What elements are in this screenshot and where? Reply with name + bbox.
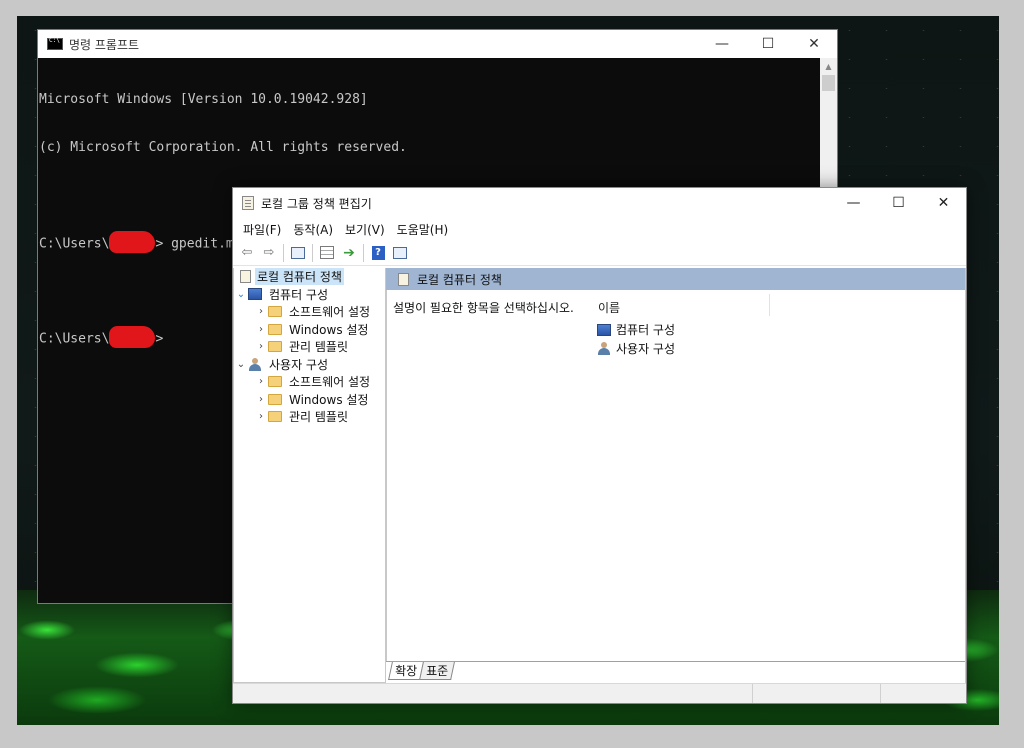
cmd-title-bar[interactable]: 명령 프롬프트 — ☐ ✕	[38, 30, 837, 58]
redacted-username	[109, 231, 156, 253]
console-icon	[47, 37, 63, 50]
policy-document-icon	[398, 272, 409, 286]
user-icon	[248, 357, 262, 371]
folder-icon	[268, 393, 282, 405]
help-icon: ?	[371, 245, 385, 260]
chevron-down-icon[interactable]: ⌄	[234, 359, 248, 370]
properties-icon	[320, 246, 334, 259]
menu-file[interactable]: 파일(F)	[237, 221, 287, 238]
chevron-right-icon[interactable]: ›	[254, 324, 268, 335]
show-action-pane-button[interactable]	[389, 243, 411, 263]
help-button[interactable]: ?	[367, 243, 389, 263]
properties-button[interactable]	[316, 243, 338, 263]
export-list-button[interactable]: ➔	[338, 243, 360, 263]
console-line: (c) Microsoft Corporation. All rights re…	[39, 140, 407, 155]
tab-standard[interactable]: 표준	[419, 662, 456, 680]
menu-help[interactable]: 도움말(H)	[391, 221, 455, 238]
computer-icon	[597, 323, 611, 336]
folder-icon	[268, 411, 282, 423]
prompt-path: C:\Users\	[39, 236, 110, 252]
redacted-username	[109, 326, 156, 348]
list-item-computer-config[interactable]: 컴퓨터 구성	[597, 320, 675, 339]
chevron-right-icon[interactable]: ›	[254, 306, 268, 317]
scrollbar-thumb[interactable]	[822, 75, 835, 91]
tree-node-local-computer-policy[interactable]: 로컬 컴퓨터 정책	[234, 268, 385, 286]
back-arrow-icon[interactable]: ⇦	[236, 243, 258, 263]
menu-view[interactable]: 보기(V)	[339, 221, 391, 238]
details-list: 컴퓨터 구성 사용자 구성	[597, 320, 675, 358]
folder-icon	[268, 323, 282, 335]
gpedit-minimize-button[interactable]: —	[831, 188, 876, 218]
folder-icon	[268, 306, 282, 318]
cmd-minimize-button[interactable]: —	[699, 30, 745, 58]
chevron-right-icon[interactable]: ›	[254, 341, 268, 352]
status-segment	[753, 684, 881, 703]
gpedit-maximize-button[interactable]: ☐	[876, 188, 921, 218]
gpedit-title-bar[interactable]: 로컬 그룹 정책 편집기 — ☐ ✕	[233, 188, 966, 218]
tree-node-windows-settings[interactable]: › Windows 설정	[234, 391, 385, 409]
export-arrow-icon: ➔	[343, 244, 355, 261]
tree-node-windows-settings[interactable]: › Windows 설정	[234, 321, 385, 339]
tree-node-user-config[interactable]: ⌄ 사용자 구성	[234, 356, 385, 374]
group-policy-editor-window[interactable]: 로컬 그룹 정책 편집기 — ☐ ✕ 파일(F) 동작(A) 보기(V) 도움말…	[232, 187, 967, 704]
tree-node-software-settings[interactable]: › 소프트웨어 설정	[234, 303, 385, 321]
chevron-right-icon[interactable]: ›	[254, 376, 268, 387]
policy-document-icon	[240, 270, 251, 284]
prompt-path: C:\Users\	[39, 331, 110, 347]
details-header: 로컬 컴퓨터 정책	[386, 268, 965, 290]
forward-arrow-icon[interactable]: ⇨	[258, 243, 280, 263]
gpedit-close-button[interactable]: ✕	[921, 188, 966, 218]
scroll-up-icon[interactable]: ▲	[820, 58, 837, 75]
chevron-right-icon[interactable]: ›	[254, 394, 268, 405]
description-text: 설명이 필요한 항목을 선택하십시오.	[393, 301, 574, 315]
menu-action[interactable]: 동작(A)	[287, 221, 339, 238]
show-hide-tree-button[interactable]	[287, 243, 309, 263]
cmd-window-title: 명령 프롬프트	[69, 37, 140, 52]
gpedit-window-title: 로컬 그룹 정책 편집기	[261, 196, 372, 211]
console-tree-icon	[291, 246, 305, 259]
folder-icon	[268, 341, 282, 353]
tree-node-admin-templates[interactable]: › 관리 템플릿	[234, 408, 385, 426]
policy-document-icon	[242, 196, 254, 210]
tree-node-software-settings[interactable]: › 소프트웨어 설정	[234, 373, 385, 391]
cmd-maximize-button[interactable]: ☐	[745, 30, 791, 58]
view-tabs: 확장 표준	[386, 661, 965, 683]
action-pane-icon	[393, 246, 407, 259]
list-item-user-config[interactable]: 사용자 구성	[597, 339, 675, 358]
chevron-right-icon[interactable]: ›	[254, 411, 268, 422]
menu-bar: 파일(F) 동작(A) 보기(V) 도움말(H)	[233, 218, 966, 240]
status-segment	[233, 684, 753, 703]
status-segment	[881, 684, 966, 703]
tree-node-computer-config[interactable]: ⌄ 컴퓨터 구성	[234, 286, 385, 304]
computer-icon	[248, 288, 262, 301]
toolbar: ⇦ ⇨ ➔ ?	[233, 240, 966, 266]
cmd-close-button[interactable]: ✕	[791, 30, 837, 58]
user-icon	[597, 342, 611, 355]
column-header-name[interactable]: 이름	[598, 299, 620, 316]
details-header-title: 로컬 컴퓨터 정책	[417, 272, 502, 287]
folder-icon	[268, 376, 282, 388]
console-line: Microsoft Windows [Version 10.0.19042.92…	[39, 92, 368, 107]
details-pane[interactable]: 로컬 컴퓨터 정책 설명이 필요한 항목을 선택하십시오. 이름 컴퓨터 구성 …	[386, 268, 966, 683]
column-divider[interactable]	[769, 294, 770, 316]
prompt-caret: >	[155, 331, 164, 347]
tree-node-admin-templates[interactable]: › 관리 템플릿	[234, 338, 385, 356]
status-bar	[233, 683, 966, 703]
console-tree[interactable]: 로컬 컴퓨터 정책 ⌄ 컴퓨터 구성 › 소프트웨어 설정 › Windows 설정 …	[233, 268, 386, 683]
chevron-down-icon[interactable]: ⌄	[234, 289, 248, 300]
